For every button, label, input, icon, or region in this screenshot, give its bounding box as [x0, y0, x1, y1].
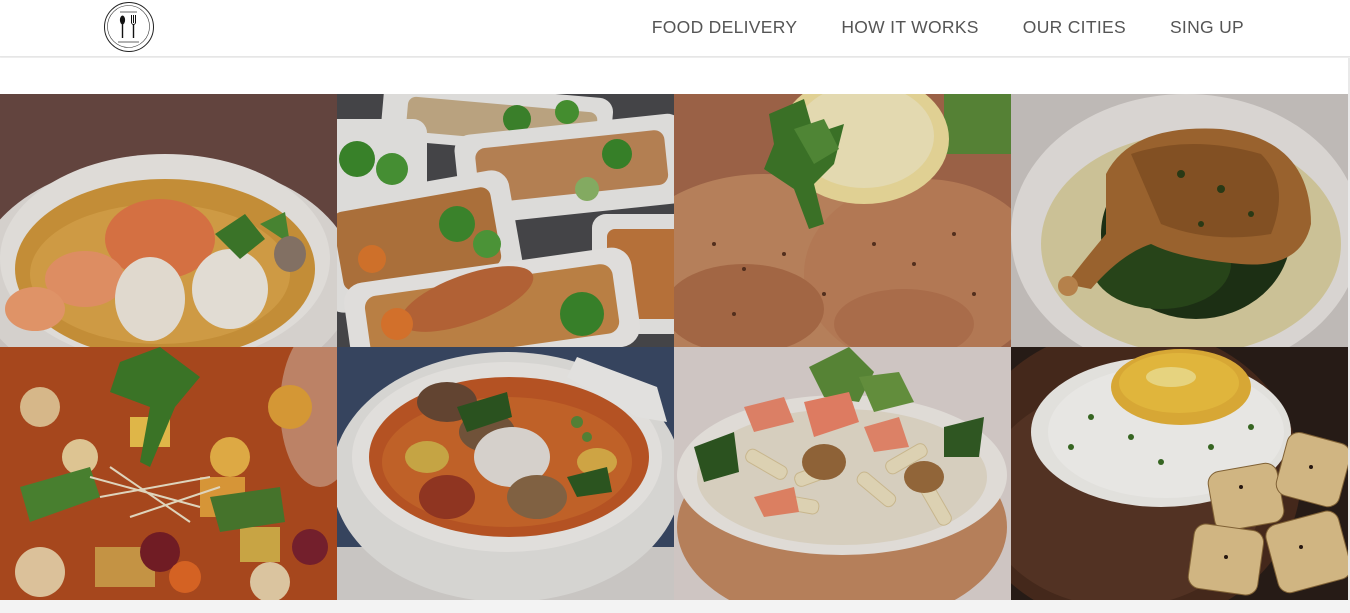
site-header: FOOD DELIVERY HOW IT WORKS OUR CITIES SI… — [0, 0, 1350, 57]
section-spacer — [0, 58, 1350, 94]
roast-chicken-spinach-photo — [1011, 94, 1348, 347]
minestrone-soup-photo — [0, 347, 337, 600]
grilled-salmon-lemon-photo — [674, 94, 1011, 347]
nav-sign-up[interactable]: SING UP — [1170, 17, 1244, 37]
meals-gallery — [0, 94, 1348, 600]
salmon-pasta-salad-photo — [674, 347, 1011, 600]
beef-vegetable-stew-photo — [337, 347, 674, 600]
nav-how-it-works[interactable]: HOW IT WORKS — [841, 17, 978, 37]
steak-egg-potatoes-photo — [1011, 347, 1348, 600]
nav-food-delivery[interactable]: FOOD DELIVERY — [652, 17, 798, 37]
meal-prep-trays-photo — [337, 94, 674, 347]
seafood-curry-photo — [0, 94, 337, 347]
footer-strip — [0, 600, 1350, 613]
logo-icon[interactable] — [104, 2, 154, 52]
nav-our-cities[interactable]: OUR CITIES — [1023, 17, 1126, 37]
